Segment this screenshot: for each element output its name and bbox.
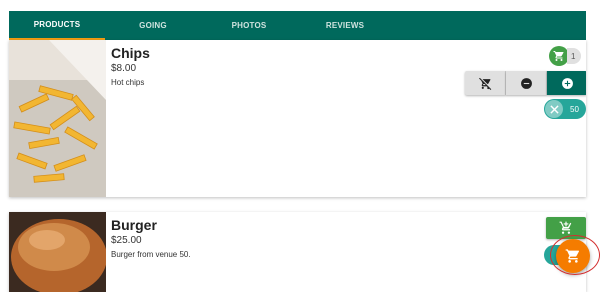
product-name: Chips <box>111 45 150 61</box>
decrement-button[interactable] <box>506 71 547 95</box>
product-info: Burger $25.00 Burger from venue 50. <box>111 217 191 259</box>
tab-going[interactable]: GOING <box>105 11 201 40</box>
cart-count: 1 <box>567 48 582 64</box>
cart-icon <box>549 46 569 66</box>
quantity-controls <box>465 71 586 95</box>
cart-count-badge: 1 <box>549 46 582 66</box>
increment-button[interactable] <box>547 71 586 95</box>
burger-image <box>9 212 106 292</box>
tab-photos[interactable]: PHOTOS <box>201 11 297 40</box>
remove-from-cart-button[interactable] <box>465 71 506 95</box>
product-price: $25.00 <box>111 235 142 246</box>
quantity-value: 50 <box>570 104 579 114</box>
product-name: Burger <box>111 217 157 233</box>
product-card-chips: Chips $8.00 Hot chips 1 50 <box>9 40 586 197</box>
tab-reviews[interactable]: REVIEWS <box>297 11 393 40</box>
tab-bar: PRODUCTS GOING PHOTOS REVIEWS <box>9 11 586 40</box>
quantity-chip: 50 <box>544 99 586 119</box>
product-description: Burger from venue 50. <box>111 250 191 259</box>
tab-products[interactable]: PRODUCTS <box>9 11 105 40</box>
plus-circle-icon <box>561 77 573 89</box>
annotation-circle <box>550 235 600 275</box>
product-price: $8.00 <box>111 63 137 74</box>
remove-shopping-cart-icon <box>478 77 491 90</box>
chips-image <box>9 40 106 197</box>
product-info: Chips $8.00 Hot chips <box>111 45 150 87</box>
close-icon[interactable] <box>545 100 563 118</box>
add-shopping-cart-icon <box>559 221 572 234</box>
product-description: Hot chips <box>111 78 145 87</box>
product-card-burger: Burger $25.00 Burger from venue 50. <box>9 212 586 292</box>
minus-circle-icon <box>520 77 532 89</box>
